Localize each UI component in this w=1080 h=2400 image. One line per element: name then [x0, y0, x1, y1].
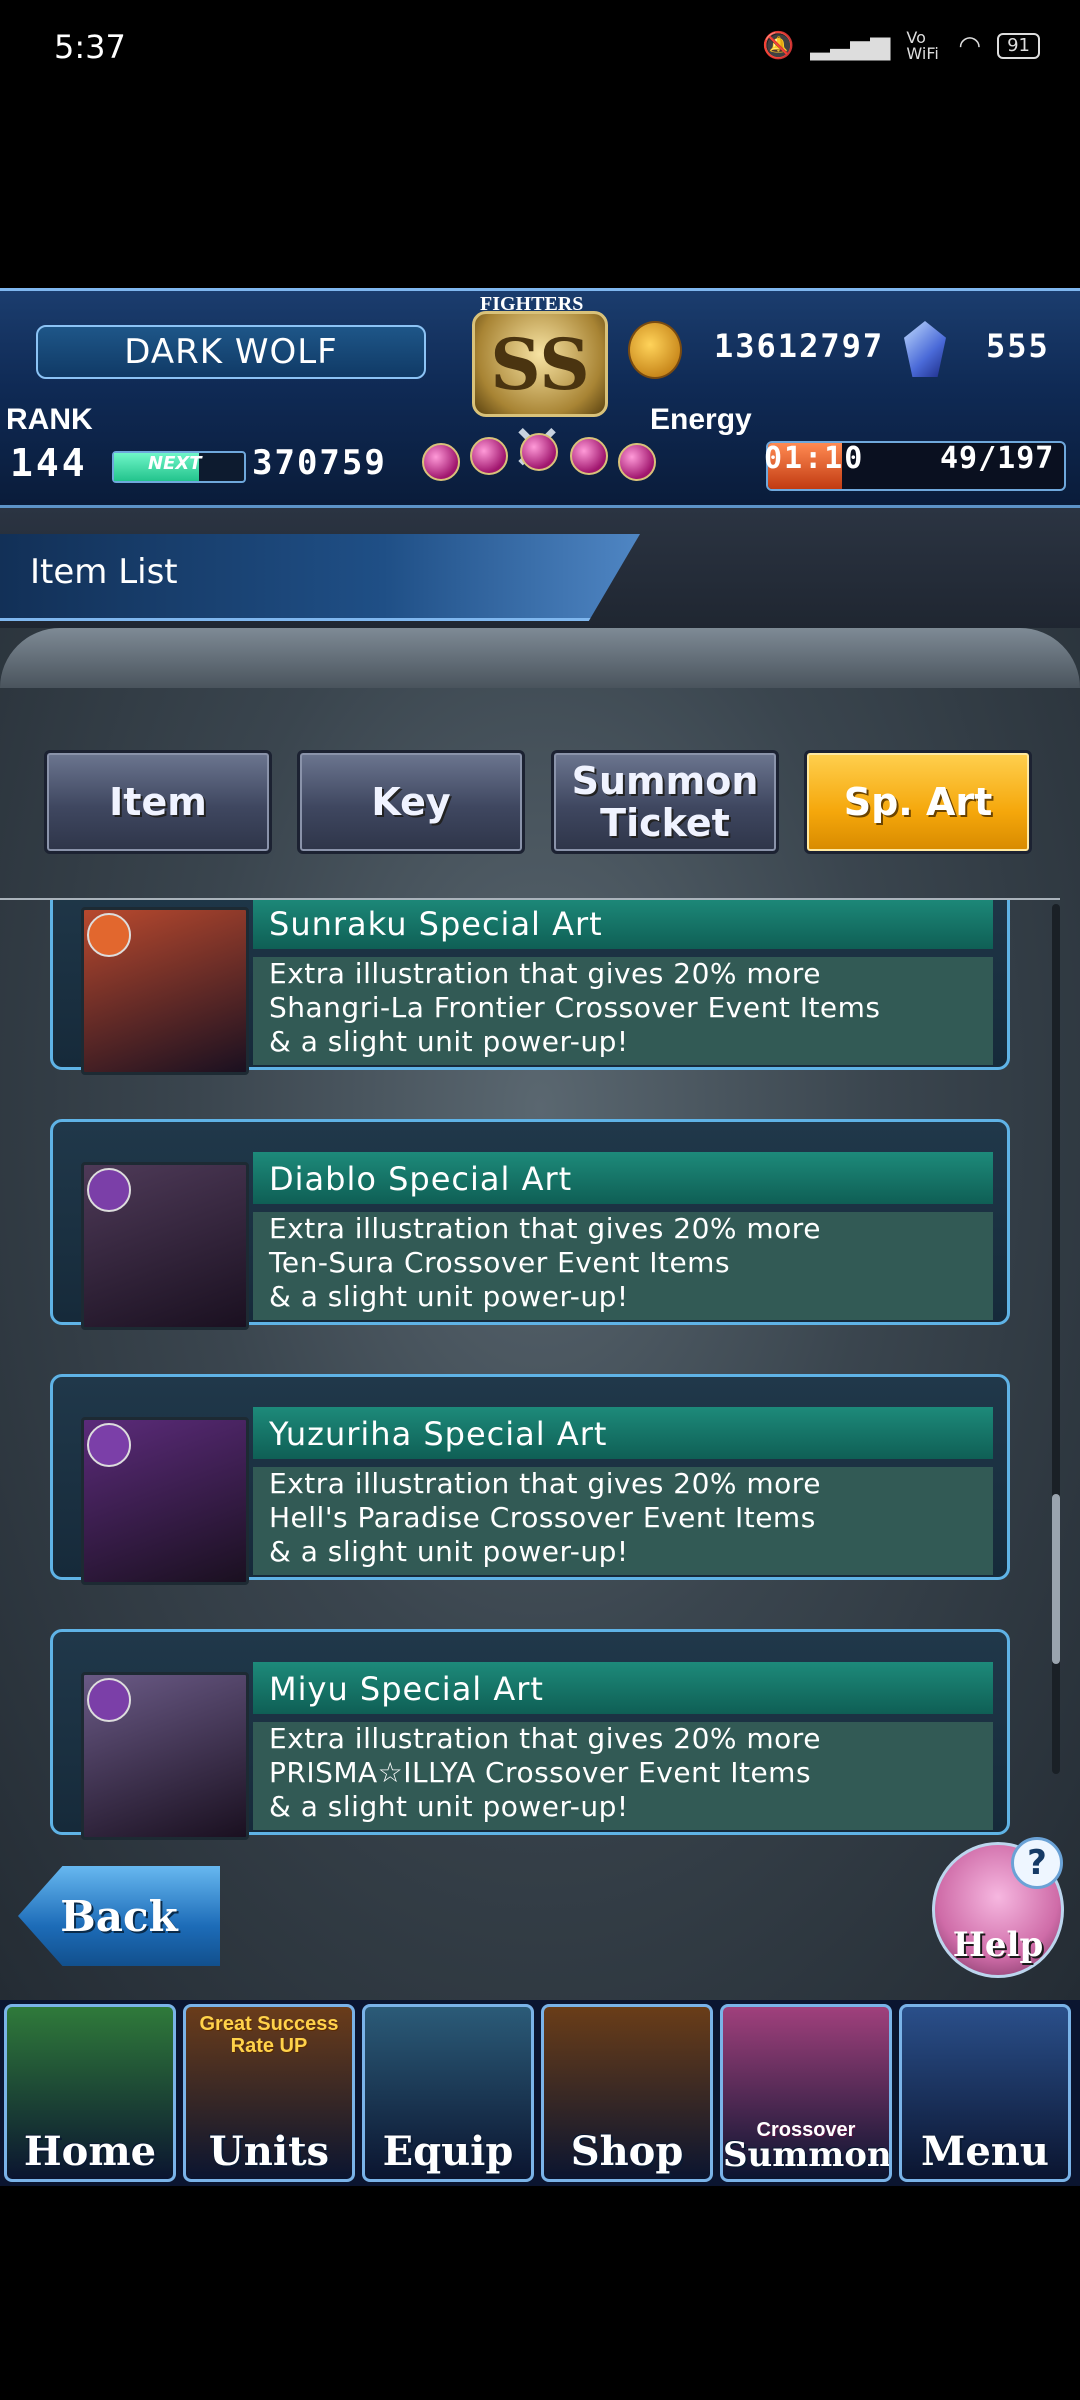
item-description-line: & a slight unit power-up! — [269, 1025, 629, 1058]
emblem-rank: SS — [472, 311, 608, 417]
tab-summon-ticket[interactable]: Summon Ticket — [551, 750, 779, 854]
element-badge-icon — [87, 1168, 131, 1212]
item-description: Extra illustration that gives 20% more Sh… — [253, 957, 993, 1065]
nav-menu[interactable]: Menu — [899, 2004, 1071, 2182]
question-icon: ? — [1011, 1837, 1063, 1889]
element-badge-icon — [87, 1678, 131, 1722]
item-card[interactable]: Sunraku Special Art Extra illustration th… — [50, 900, 1010, 1075]
item-description-line: Extra illustration that gives 20% more — [269, 957, 821, 990]
nav-home-label: Home — [23, 2128, 157, 2175]
item-description: Extra illustration that gives 20% more He… — [253, 1467, 993, 1575]
energy-label: Energy — [650, 403, 752, 436]
signal-icon: ▂▃▅▆ — [810, 31, 891, 61]
nav-equip[interactable]: Equip — [362, 2004, 534, 2182]
nav-home[interactable]: Home — [4, 2004, 176, 2182]
item-description-line: & a slight unit power-up! — [269, 1535, 629, 1568]
coin-count: 13612797 — [714, 327, 885, 365]
status-icons: 🔕 ▂▃▅▆ Vo WiFi ◠ 91 — [762, 30, 1040, 62]
scrollbar-thumb[interactable] — [1052, 1494, 1060, 1664]
item-description: Extra illustration that gives 20% more Te… — [253, 1212, 993, 1320]
item-list[interactable]: Sunraku Special Art Extra illustration th… — [0, 898, 1060, 1960]
item-description-line: Extra illustration that gives 20% more — [269, 1467, 821, 1500]
next-exp-value: 370759 — [252, 443, 387, 483]
nav-units-label: Units — [208, 2128, 330, 2175]
page-title: Item List — [30, 552, 178, 592]
coin-icon — [628, 321, 682, 379]
battery-icon: 91 — [997, 33, 1040, 59]
item-description: Extra illustration that gives 20% more PR… — [253, 1722, 993, 1830]
orb-icon — [520, 433, 558, 471]
item-card[interactable]: Diablo Special Art Extra illustration tha… — [50, 1119, 1010, 1330]
status-time: 5:37 — [54, 28, 126, 66]
panel-frame — [0, 628, 1080, 688]
tab-item[interactable]: Item — [44, 750, 272, 854]
energy-timer: 01:10 — [764, 441, 865, 476]
item-description-line: & a slight unit power-up! — [269, 1280, 629, 1313]
nav-units[interactable]: Great Success Rate UP Units — [183, 2004, 355, 2182]
nav-summon-label: Summon — [723, 2135, 892, 2175]
nav-equip-label: Equip — [382, 2128, 514, 2175]
item-description-line: PRISMA☆ILLYA Crossover Event Items — [269, 1756, 812, 1789]
rank-value: 144 — [10, 441, 88, 485]
player-name[interactable]: DARK WOLF — [36, 325, 426, 379]
item-description-line: Extra illustration that gives 20% more — [269, 1722, 821, 1755]
item-card[interactable]: Miyu Special Art Extra illustration that … — [50, 1629, 1010, 1840]
orb-icon — [570, 437, 608, 475]
bottom-nav: Home Great Success Rate UP Units Equip S… — [0, 2000, 1080, 2186]
wifi-label: Vo WiFi — [906, 28, 939, 63]
nav-shop[interactable]: Shop — [541, 2004, 713, 2182]
help-button[interactable]: ? Help — [932, 1837, 1064, 1978]
emblem-title: FIGHTERS — [480, 293, 584, 315]
orb-icon — [422, 443, 460, 481]
orb-icon — [618, 443, 656, 481]
rank-label: RANK — [6, 403, 93, 436]
status-bar: 5:37 🔕 ▂▃▅▆ Vo WiFi ◠ 91 — [0, 0, 1080, 96]
scrollbar[interactable] — [1052, 904, 1060, 1774]
element-badge-icon — [87, 913, 131, 957]
gem-count: 555 — [986, 327, 1050, 365]
item-description-line: Extra illustration that gives 20% more — [269, 1212, 821, 1245]
item-name: Miyu Special Art — [269, 1670, 544, 1708]
nav-units-promo: Great Success Rate UP — [199, 2013, 339, 2057]
item-name: Yuzuriha Special Art — [269, 1415, 608, 1453]
rank-emblem[interactable]: SS FIGHTERS ✕ — [422, 293, 656, 498]
tab-key[interactable]: Key — [297, 750, 525, 854]
energy-count: 49/197 — [940, 441, 1055, 476]
item-description-line: Ten-Sura Crossover Event Items — [269, 1246, 731, 1279]
help-label: Help — [952, 1925, 1044, 1965]
item-description-line: Hell's Paradise Crossover Event Items — [269, 1501, 816, 1534]
nav-summon[interactable]: Crossover Summon — [720, 2004, 892, 2182]
item-name: Diablo Special Art — [269, 1160, 573, 1198]
item-card[interactable]: Yuzuriha Special Art Extra illustration t… — [50, 1374, 1010, 1585]
mute-icon: 🔕 — [762, 31, 795, 61]
item-name: Sunraku Special Art — [269, 905, 603, 943]
nav-menu-label: Menu — [921, 2128, 1049, 2175]
item-description-line: & a slight unit power-up! — [269, 1790, 629, 1823]
nav-shop-label: Shop — [570, 2128, 684, 2175]
next-label: NEXT — [148, 453, 202, 474]
wifi-icon: ◠ — [958, 31, 982, 61]
element-badge-icon — [87, 1423, 131, 1467]
gem-icon — [904, 321, 946, 377]
player-header: DARK WOLF RANK 144 NEXT 370759 SS FIGHTE… — [0, 288, 1080, 508]
orb-icon — [470, 437, 508, 475]
tab-sp-art[interactable]: Sp. Art — [804, 750, 1032, 854]
item-description-line: Shangri-La Frontier Crossover Event Item… — [269, 991, 881, 1024]
